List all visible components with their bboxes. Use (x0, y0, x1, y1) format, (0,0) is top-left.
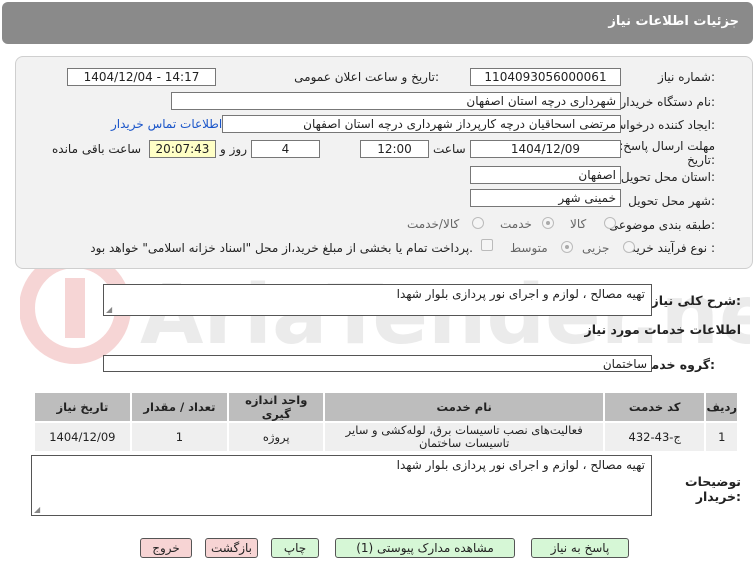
resize-grip-icon[interactable]: ◢ (34, 505, 40, 514)
category-radio-goods[interactable] (604, 217, 616, 229)
category-radio-service[interactable] (542, 217, 554, 229)
category-option-service: خدمت (500, 217, 532, 231)
summary-label: شرح کلی نیاز: (651, 293, 742, 308)
province-field: اصفهان (470, 166, 621, 184)
info-panel (15, 56, 753, 269)
buyer-notes-textarea[interactable]: تهیه مصالح ، لوازم و اجرای نور پردازی بل… (31, 455, 652, 516)
cell-unit: پروژه (227, 421, 326, 453)
col-unit: واحد اندازه گیری (227, 391, 326, 423)
deadline-label: مهلت ارسال پاسخ: تا (608, 139, 715, 153)
category-option-goods-service: کالا/خدمت (407, 217, 460, 231)
category-radio-goods-service[interactable] (472, 217, 484, 229)
buyer-contact-link[interactable]: اطلاعات تماس خریدار (111, 117, 222, 131)
cell-quantity: 1 (129, 421, 230, 453)
process-radio-medium[interactable] (561, 241, 573, 253)
back-button[interactable]: بازگشت (205, 538, 258, 558)
col-quantity: تعداد / مقدار (129, 391, 230, 423)
buyer-notes-label: توضیحات (685, 474, 741, 489)
remaining-time-field: 20:07:43 (149, 140, 216, 158)
page-title: جزئیات اطلاعات نیاز (608, 14, 739, 29)
cell-service-code: ج-43-432 (602, 421, 707, 453)
deadline-time-label: ساعت (433, 142, 466, 156)
treasury-payment-checkbox[interactable] (481, 239, 493, 251)
need-number-field: 1104093056000061 (470, 68, 621, 86)
col-service-name: نام خدمت (323, 391, 605, 423)
process-option-minor: جزیی (582, 241, 610, 255)
days-label: روز و (220, 142, 247, 156)
deadline-time-field: 12:00 (360, 140, 429, 158)
treasury-payment-note: پرداخت تمام یا بخشی از مبلغ خرید،از محل … (90, 241, 473, 255)
buyer-org-field: شهرداری درچه استان اصفهان (171, 92, 621, 110)
buyer-notes-text: تهیه مصالح ، لوازم و اجرای نور پردازی بل… (396, 458, 645, 472)
category-label: طبقه بندی موضوعی: (608, 218, 715, 232)
category-option-goods: کالا (570, 217, 587, 231)
col-need-date: تاریخ نیاز (33, 391, 132, 423)
print-button[interactable]: چاپ (271, 538, 319, 558)
cell-service-name: فعالیت‌های نصب تاسیسات برق، لوله‌کشی و س… (323, 421, 605, 453)
remaining-days-field: 4 (251, 140, 320, 158)
cell-need-date: 1404/12/09 (33, 421, 132, 453)
cell-row-number: 1 (704, 421, 739, 453)
creator-label: ایجاد کننده درخواست: (604, 118, 715, 132)
title-bar: جزئیات اطلاعات نیاز (2, 2, 753, 44)
deadline-date-label: تاریخ: (687, 153, 715, 167)
services-table: ردیف کد خدمت نام خدمت واحد اندازه گیری ت… (33, 391, 739, 453)
summary-textarea[interactable]: تهیه مصالح ، لوازم و اجرای نور پردازی بل… (103, 284, 652, 316)
reply-button[interactable]: پاسخ به نیاز (531, 538, 629, 558)
resize-grip-icon[interactable]: ◢ (106, 305, 112, 314)
attachments-button[interactable]: مشاهده مدارک پیوستی (1) (335, 538, 515, 558)
announce-datetime-field: 1404/12/04 - 14:17 (67, 68, 216, 86)
col-service-code: کد خدمت (602, 391, 707, 423)
buyer-notes-label-2: خریدار: (695, 489, 741, 504)
buyer-org-label: نام دستگاه خریدار: (620, 95, 716, 109)
announce-label: تاریخ و ساعت اعلان عمومی: (294, 70, 439, 84)
need-number-label: شماره نیاز: (657, 70, 715, 84)
city-label: شهر محل تحویل: (628, 194, 715, 208)
process-option-medium: متوسط (510, 241, 548, 255)
province-label: استان محل تحویل: (620, 170, 715, 184)
deadline-date-field: 1404/12/09 (470, 140, 621, 158)
creator-field: مرتضی اسحاقیان درچه کارپرداز شهرداری درچ… (222, 115, 621, 133)
process-label: نوع فرآیند خرید : (630, 241, 715, 255)
summary-text: تهیه مصالح ، لوازم و اجرای نور پردازی بل… (396, 287, 645, 301)
service-group-field: ساختمان (103, 355, 652, 372)
city-field: خمینی شهر (470, 189, 621, 207)
col-row-number: ردیف (704, 391, 739, 423)
process-radio-minor[interactable] (623, 241, 635, 253)
exit-button[interactable]: خروج (140, 538, 192, 558)
table-header-row: ردیف کد خدمت نام خدمت واحد اندازه گیری ت… (33, 391, 739, 423)
services-title: اطلاعات خدمات مورد نیاز (584, 322, 742, 337)
remaining-label: ساعت باقی مانده (52, 142, 142, 156)
table-row: 1 ج-43-432 فعالیت‌های نصب تاسیسات برق، ل… (33, 421, 739, 453)
